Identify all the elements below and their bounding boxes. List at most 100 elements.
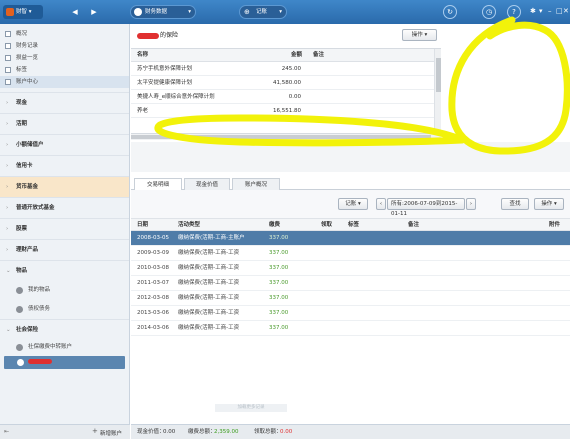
row-date: 2009-03-09 [137,250,169,256]
sidebar-item-overview[interactable]: 概况 [0,28,129,40]
gear-icon [16,287,23,294]
sync-icon[interactable]: ↻ [443,5,457,19]
profit-icon [5,55,11,61]
vertical-scrollbar[interactable] [434,49,441,133]
record-button[interactable]: ⊕ 记账 ▾ [239,5,287,19]
row-date: 2014-03-06 [137,325,169,331]
date-prev-button[interactable]: ‹ [376,198,386,210]
group-goods[interactable]: ⌄ 物品 [0,260,129,281]
sidebar: 概况 财务记录 损益一览 标签 账户中心 › 现金 › 活期 › 小额储值户 › 信用卡… [0,24,130,424]
title-bar: 财智 ▾ ◀ ▶ 财务数据 ▾ ⊕ 记账 ▾ ↻ ◷ ? ✱ ▾ – □ ✕ [0,0,570,24]
app-logo[interactable]: 财智 ▾ [3,5,43,19]
status-bar: 现金价值： 0.00 缴费总额： 2,359.00 领取总额： 0.00 [131,424,570,439]
row-amount: 337.00 [269,310,289,316]
table-row[interactable]: 养老 16,551.80 [131,104,441,118]
group-wealth-products[interactable]: › 理财产品 [0,239,129,260]
table-row[interactable]: 2011-03-07 缴纳保费(活期-工商-工资 337.00 [131,276,570,291]
date-range-select[interactable]: 所有:2006-07-09到2015-01-11 [387,198,465,217]
table-row[interactable]: 2013-03-06 缴纳保费(活期-工商-工资 337.00 [131,306,570,321]
gear-icon [17,359,24,366]
action-button[interactable]: 操作 ▾ [534,198,564,210]
sidebar-item-my-goods[interactable]: 我的物品 [0,281,129,300]
close-icon[interactable]: ✕ [563,7,569,16]
sidebar-item-social-transfer[interactable]: 社保缴费中转账户 [0,340,129,355]
table-row[interactable]: 2009-03-09 缴纳保费(活期-工商-工资 337.00 [131,246,570,261]
group-money-fund[interactable]: › 货币基金 [0,176,129,197]
group-current[interactable]: › 活期 [0,113,129,134]
workspace-selector[interactable]: 财务数据 ▾ [130,5,196,19]
column-header[interactable]: 名称 [137,49,148,62]
minimize-icon[interactable]: – [548,7,552,16]
group-social-insurance[interactable]: ⌄ 社会保险 [0,319,129,340]
search-button[interactable]: 查找 [501,198,529,210]
settings-icon[interactable]: ✱ [530,7,536,16]
chevron-right-icon: › [6,142,9,148]
forward-icon[interactable]: ▶ [86,6,102,18]
group-cash[interactable]: › 现金 [0,92,129,113]
table-header: 日期 活动类型 缴费 领取 标签 备注 附件 [131,218,570,231]
sidebar-item-label: 标签 [16,67,28,73]
row-name: 苏宁手机意外保障计划 [137,66,193,72]
row-amount: 0.00 [288,94,301,100]
table-row[interactable]: 太平安提健康保障计划 41,580.00 [131,76,441,90]
gear-icon [16,306,23,313]
table-row[interactable]: 2012-03-08 缴纳保费(活期-工商-工资 337.00 [131,291,570,306]
help-icon[interactable]: ? [507,5,521,19]
skin-icon[interactable]: ▾ [539,7,543,16]
sidebar-item-debts[interactable]: 债权债务 [0,300,129,319]
maximize-icon[interactable]: □ [556,7,563,16]
sidebar-item-label: 损益一览 [16,55,39,61]
sidebar-item-profit[interactable]: 损益一览 [0,52,129,64]
sidebar-item-records[interactable]: 财务记录 [0,40,129,52]
claim-total: 0.00 [280,429,293,435]
date-next-button[interactable]: › [466,198,476,210]
tab-label: 现金价值 [195,182,218,188]
main-panel: 的保险 操作 ▾ 名称 金额 备注 苏宁手机意外保障计划 245.00 太平安提健… [131,24,570,424]
row-type: 缴纳保费(活期-工商-工资 [178,280,240,286]
table-row[interactable]: 美捷人寿_e顺综合意外保障计划 0.00 [131,90,441,104]
group-label: 活期 [16,121,28,127]
chevron-right-icon: › [6,121,9,127]
workspace-label: 财务数据 [145,9,168,15]
table-row[interactable]: 苏宁手机意外保障计划 245.00 [131,62,441,76]
table-row[interactable]: 2014-03-06 缴纳保费(活期-工商-工资 337.00 [131,321,570,336]
account-center-icon [5,79,11,85]
plus-icon: ⊕ [244,8,250,16]
table-row[interactable]: 2010-03-08 缴纳保费(活期-工商-工资 337.00 [131,261,570,276]
back-icon[interactable]: ◀ [67,6,83,18]
sidebar-item-selected-insurance[interactable] [4,356,125,369]
load-more-hint[interactable]: 加载更多记录 [215,404,287,412]
sidebar-item-account-center[interactable]: 账户中心 [0,76,129,88]
row-name: 美捷人寿_e顺综合意外保障计划 [137,94,215,100]
sidebar-item-label: 概况 [16,31,28,37]
record-button[interactable]: 记账 ▾ [338,198,368,210]
row-type: 缴纳保费(活期-工商-工资 [178,295,240,301]
row-date: 2012-03-08 [137,295,169,301]
group-credit-card[interactable]: › 信用卡 [0,155,129,176]
row-date: 2010-03-08 [137,265,169,271]
cash-value: 0.00 [163,429,176,435]
scroll-thumb[interactable] [131,135,431,139]
group-stocks[interactable]: › 股票 [0,218,129,239]
search-label: 查找 [509,201,521,207]
sidebar-item-tags[interactable]: 标签 [0,64,129,76]
row-amount: 337.00 [269,325,289,331]
group-open-fund[interactable]: › 普通开放式基金 [0,197,129,218]
row-date: 2011-03-07 [137,280,169,286]
group-stored-value[interactable]: › 小额储值户 [0,134,129,155]
sidebar-item-label: 账户中心 [16,79,39,85]
add-account-button[interactable]: 新增账户 [100,429,122,437]
column-header[interactable]: 金额 [291,49,302,62]
account-action-button[interactable]: 操作 ▾ [402,29,437,41]
redaction-mark [137,32,159,39]
table-row[interactable]: 2008-03-05 缴纳保费(活期-工商-主账户 337.00 [131,231,570,246]
column-header[interactable]: 备注 [313,49,324,62]
scroll-thumb[interactable] [436,58,441,92]
group-label: 理财产品 [16,247,39,253]
horizontal-scrollbar[interactable] [131,134,441,140]
collapse-icon[interactable]: ⇤ [4,428,9,435]
group-label: 信用卡 [16,163,33,169]
clock-icon[interactable]: ◷ [482,5,496,19]
row-amount: 41,580.00 [273,80,301,86]
chevron-right-icon: › [6,205,9,211]
